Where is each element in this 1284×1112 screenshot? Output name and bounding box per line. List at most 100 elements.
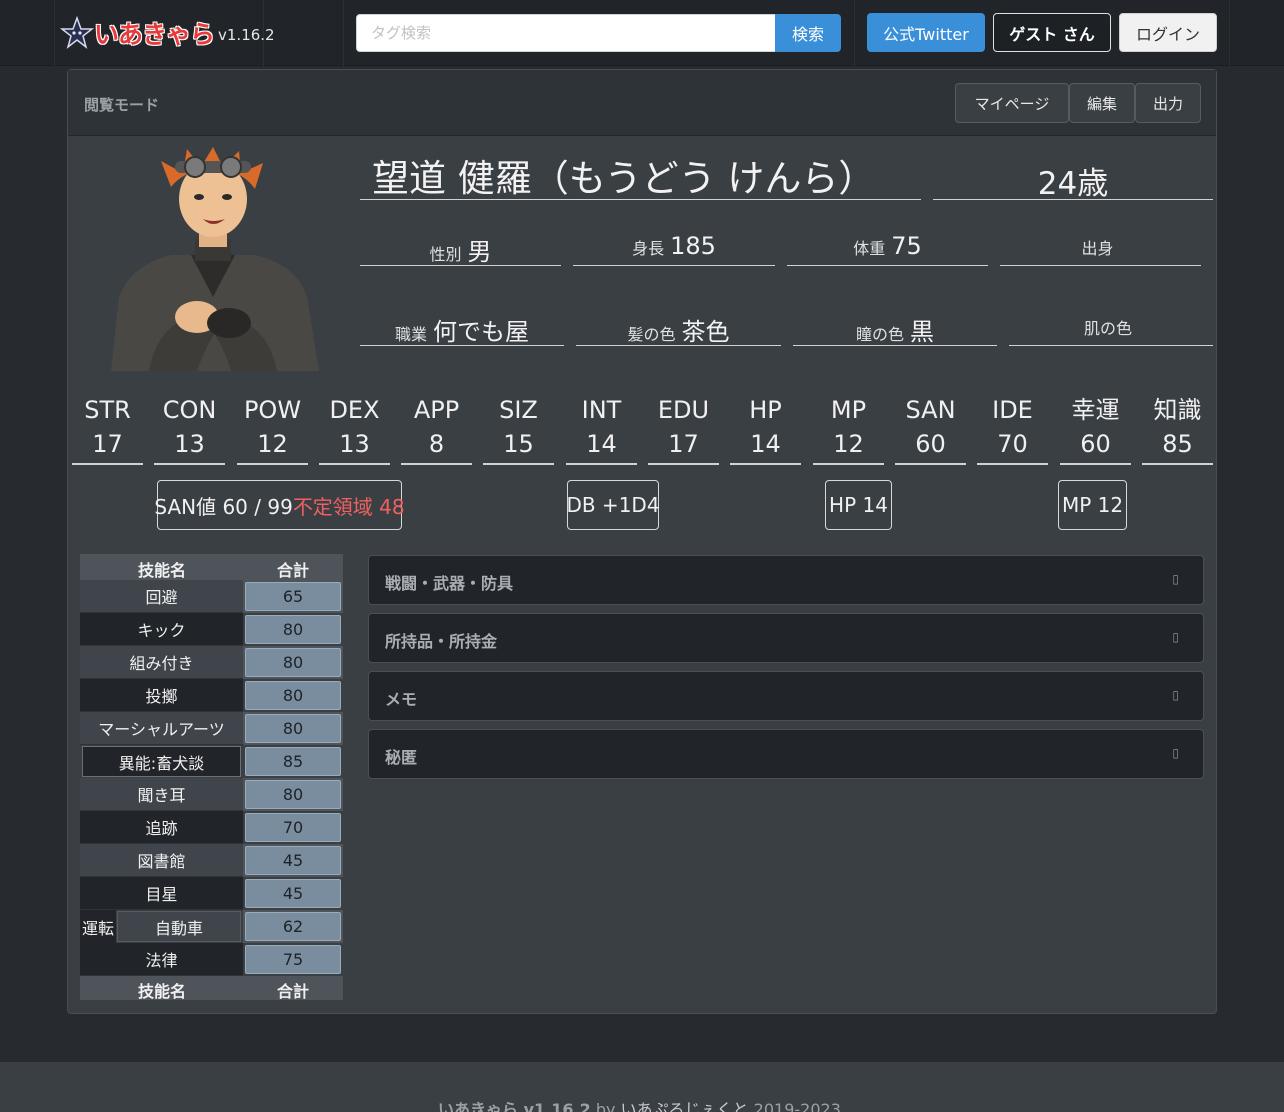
stat-name: 幸運 [1071,396,1120,424]
info-value: 75 [891,232,922,260]
info-label: 髪の色 [627,325,676,344]
character-sheet-card: 閲覧モード マイページ 編集 出力 望道 健羅（もうどう けんら） 24歳 性別… [67,69,1217,1014]
nav-divider [343,0,344,66]
skill-total: 62 [245,912,341,941]
stat-value: 15 [503,430,534,458]
info-occupation: 職業 何でも屋 [360,312,564,346]
column-header-total: 合計 [277,561,310,580]
brand-link[interactable]: いあきゃら v1.16.2 [60,14,275,52]
stat-con: CON 13 [154,393,225,465]
footer-by: by [595,1100,616,1112]
stat-value: 8 [428,430,445,458]
stat-name: 知識 [1153,396,1202,424]
table-row: 運転 自動車 62 [80,910,343,943]
info-label: 瞳の色 [855,325,904,344]
stat-value: 60 [1080,430,1111,458]
skill-name: 自動車 [117,911,241,942]
stat-name: STR [84,396,131,424]
export-button[interactable]: 出力 [1135,83,1201,123]
stat-value: 70 [997,430,1028,458]
indefinite-insanity-value: 不定領域 48 [292,494,405,519]
official-twitter-button[interactable]: 公式Twitter [867,13,985,52]
table-row: 異能:畜犬談 85 [80,745,343,778]
footer-credit: いあきゃら v1.16.2 by いあぷろじぇくと 2019-2023. [0,1096,1284,1112]
stat-value: 14 [750,430,781,458]
guest-user-button[interactable]: ゲスト さん [993,13,1111,52]
nav-divider [854,0,855,66]
skill-name: 目星 [80,877,243,910]
section-memo[interactable]: メモ ▯ [368,671,1204,721]
stat-name: SAN [905,396,956,424]
stat-str: STR 17 [72,393,143,465]
edit-button[interactable]: 編集 [1069,83,1135,123]
skill-total: 45 [245,879,341,908]
character-age: 24歳 [1037,166,1109,202]
stat-int: INT 14 [566,393,637,465]
info-gender: 性別男 [360,232,561,266]
column-footer-skill: 技能名 [138,982,187,1001]
column-footer-total: 合計 [277,982,310,1001]
skill-total: 75 [245,945,341,974]
stat-name: CON [162,396,217,424]
section-secret[interactable]: 秘匿 ▯ [368,729,1204,779]
table-row: マーシャルアーツ 80 [80,712,343,745]
stat-edu: EDU 17 [648,393,719,465]
info-label: 出身 [1081,239,1114,258]
info-origin: 出身 [1000,232,1201,266]
footer-brand[interactable]: いあきゃら v1.16.2 [438,1100,591,1112]
stat-name: SIZ [499,396,538,424]
skill-name: マーシャルアーツ [80,712,243,745]
nav-divider [1229,0,1230,66]
view-mode-label: 閲覧モード [84,96,160,114]
stat-value: 12 [257,430,288,458]
skill-name: 図書館 [80,844,243,877]
character-name-field: 望道 健羅（もうどう けんら） [360,146,921,200]
stat-value: 60 [915,430,946,458]
skill-total: 80 [245,648,341,677]
section-label: 戦闘・武器・防具 [385,574,514,593]
chevron-icon: ▯ [1172,572,1179,586]
table-row: キック 80 [80,613,343,646]
skill-name: 回避 [80,580,243,613]
stat-san: SAN 60 [895,393,966,465]
mp-badge: MP 12 [1058,480,1127,530]
nav-divider [54,0,55,66]
stat-value: 14 [586,430,617,458]
tag-search-input[interactable] [356,14,776,52]
san-badge: SAN値 60 / 99 不定領域 48 [154,480,405,530]
table-row: 聞き耳 80 [80,778,343,811]
san-value: SAN値 60 / 99 [154,494,293,519]
info-eye-color: 瞳の色黒 [793,312,997,346]
section-belongings[interactable]: 所持品・所持金 ▯ [368,613,1204,663]
damage-bonus-badge: DB +1D4 [566,480,660,530]
stat-name: MP [830,396,867,424]
stat-name: IDE [992,396,1033,424]
skill-name: 聞き耳 [80,778,243,811]
stat-name: INT [581,396,622,424]
skill-total: 65 [245,582,341,611]
info-value: 何でも屋 [433,318,529,346]
footer: いあきゃら v1.16.2 by いあぷろじぇくと 2019-2023. [0,1062,1284,1112]
skill-total: 85 [245,747,341,776]
footer-author-link[interactable]: いあぷろじぇくと [621,1100,749,1112]
app-version: v1.16.2 [218,26,275,44]
stat-value: 85 [1162,430,1193,458]
info-value: 茶色 [681,318,730,346]
mypage-button[interactable]: マイページ [955,83,1069,123]
skill-name: 法律 [80,943,243,976]
stat-value: 13 [174,430,205,458]
stat-value: 17 [668,430,699,458]
info-value: 185 [670,232,716,260]
character-age-field: 24歳 [933,146,1213,202]
info-label: 身長 [632,239,665,258]
info-label: 肌の色 [1083,319,1132,338]
login-button[interactable]: ログイン [1119,13,1217,52]
table-row: 法律 75 [80,943,343,976]
table-row: 目星 45 [80,877,343,910]
stat-mp: MP 12 [813,393,884,465]
chevron-icon: ▯ [1172,630,1179,644]
search-button[interactable]: 検索 [775,14,841,52]
info-value: 男 [467,238,492,266]
stat-value: 13 [339,430,370,458]
section-combat[interactable]: 戦闘・武器・防具 ▯ [368,555,1204,605]
